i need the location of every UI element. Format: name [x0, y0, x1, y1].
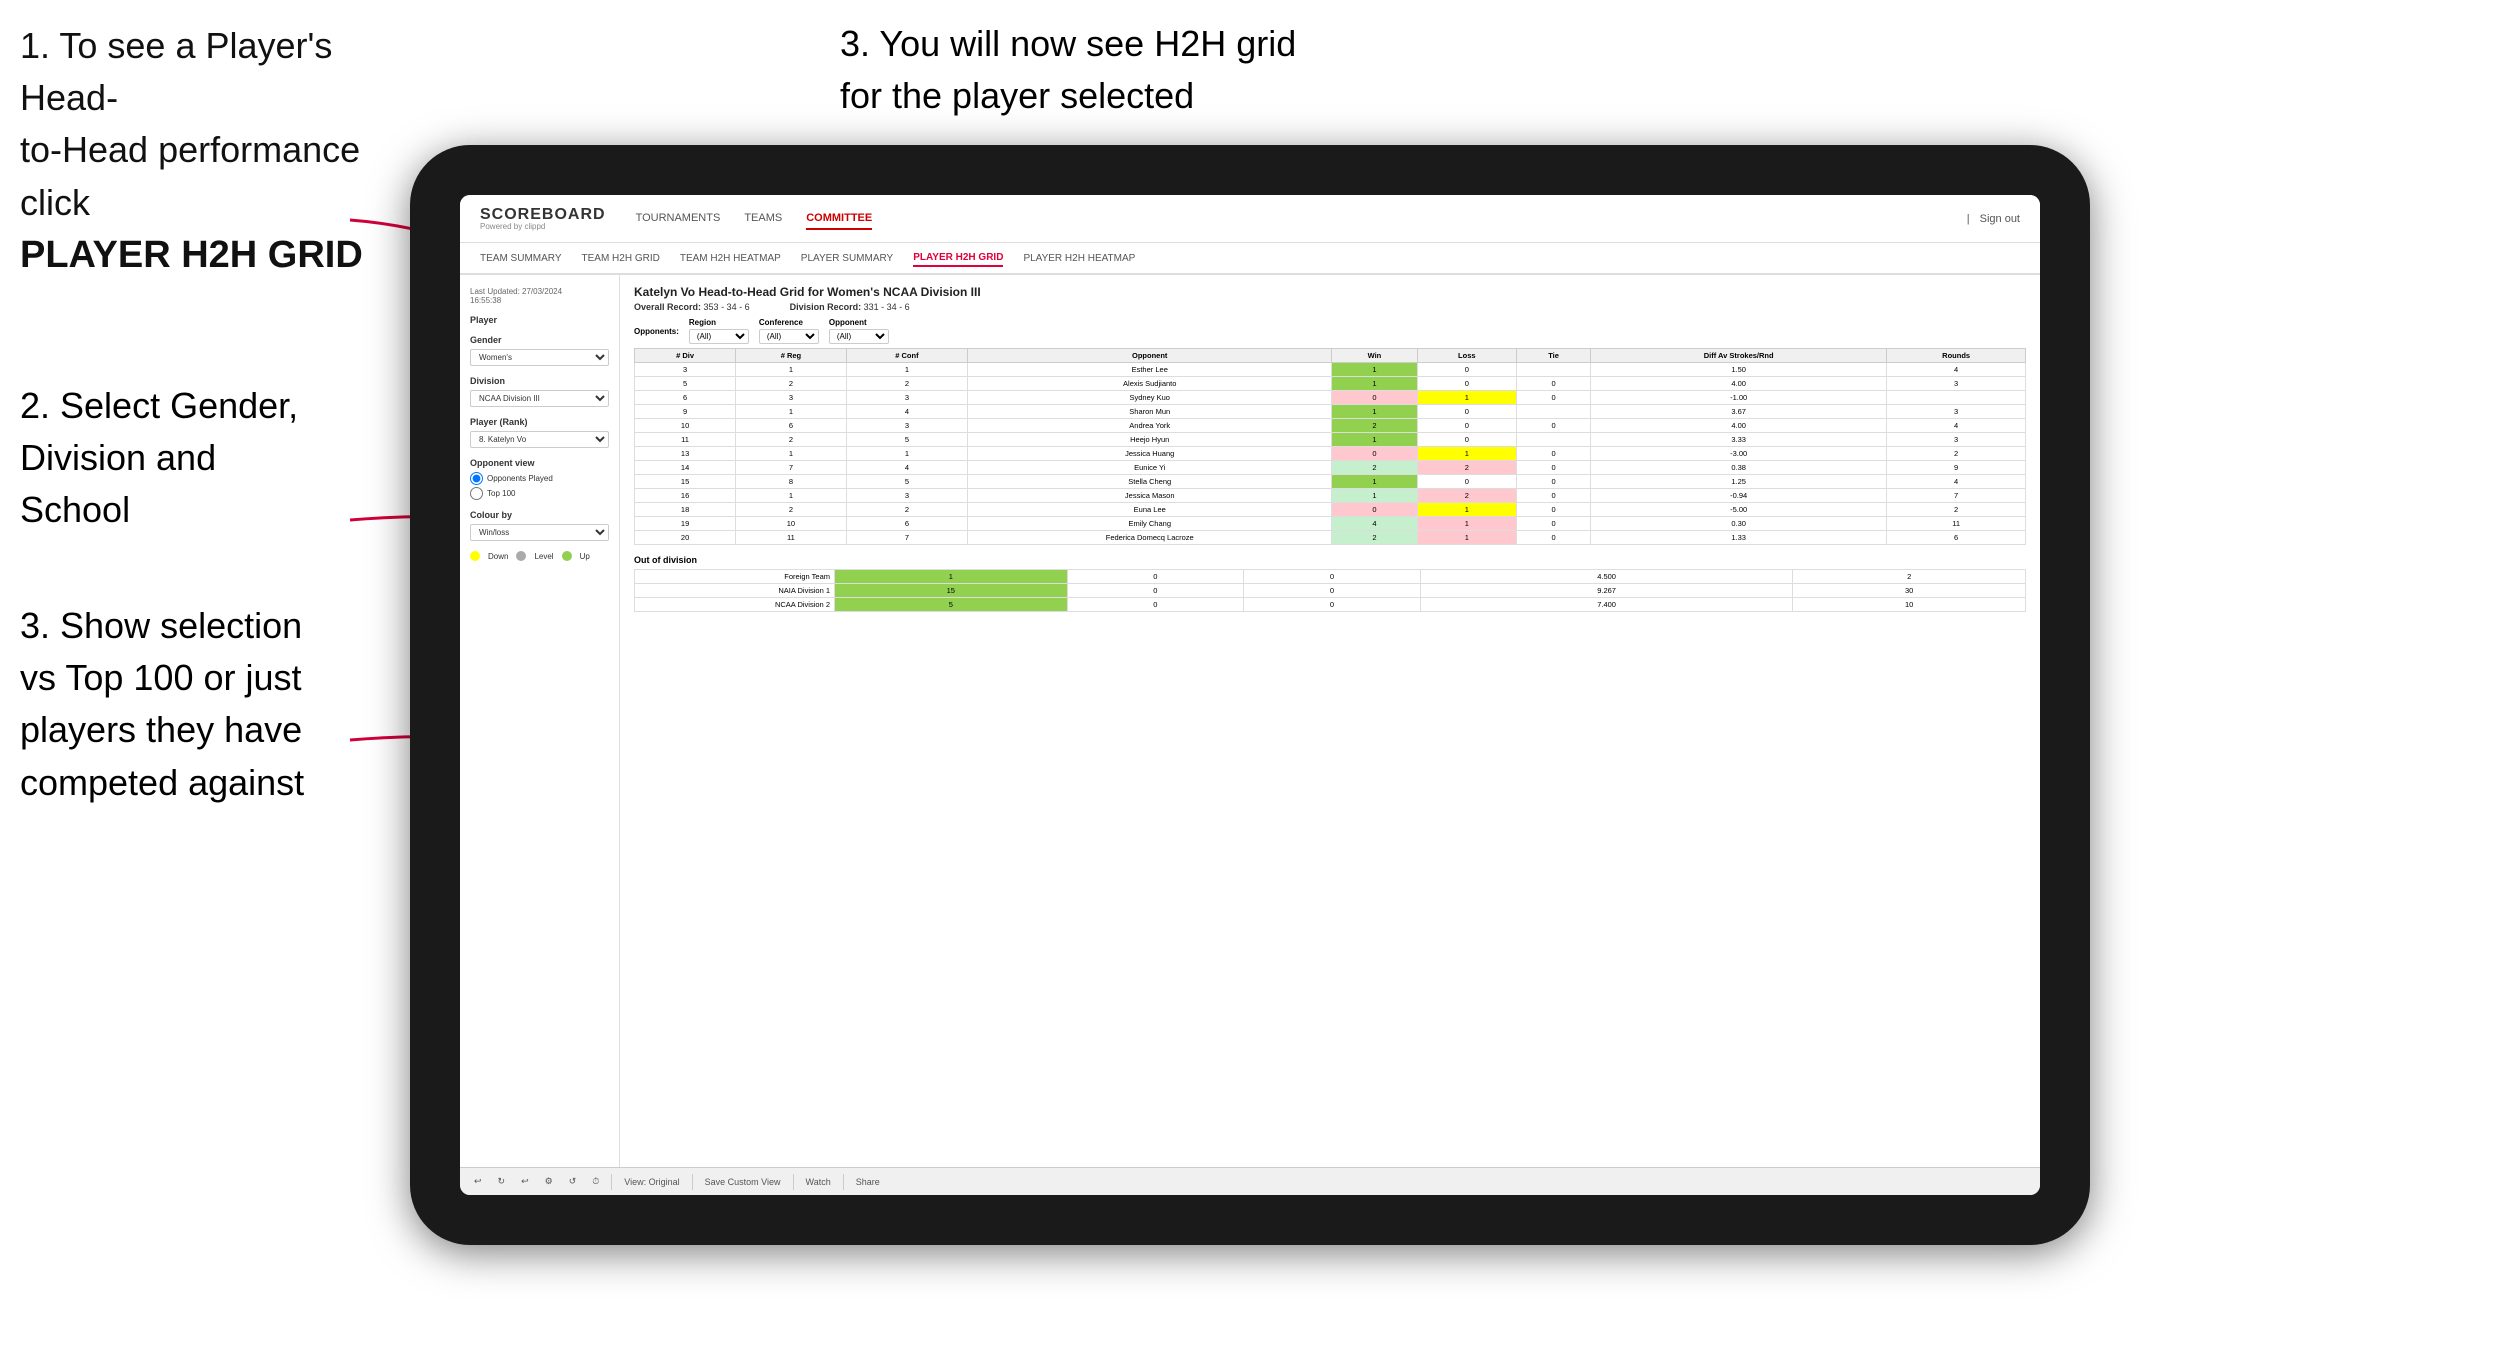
col-tie: Tie — [1517, 349, 1591, 363]
filter-region-group: Region (All) — [689, 318, 749, 344]
colour-by-section: Colour by Win/loss — [470, 510, 609, 541]
radio-opponents-played[interactable]: Opponents Played — [470, 472, 609, 485]
table-row: 522 Alexis Sudjianto 1 0 0 4.00 3 — [635, 377, 2026, 391]
tablet-screen: SCOREBOARD Powered by clippd TOURNAMENTS… — [460, 195, 2040, 1195]
sub-nav-player-h2h-grid[interactable]: PLAYER H2H GRID — [913, 250, 1003, 267]
toolbar-sep3 — [793, 1174, 794, 1190]
nav-right: | Sign out — [1967, 213, 2020, 225]
gender-select[interactable]: Women's — [470, 349, 609, 366]
toolbar: ↩ ↻ ↩ ⚙ ↺ ⏱ View: Original Save Custom V… — [460, 1167, 2040, 1195]
share-button[interactable]: Share — [852, 1175, 884, 1189]
table-row: 20117 Federica Domecq Lacroze 2 1 0 1.33… — [635, 531, 2026, 545]
filter-conference-select[interactable]: (All) — [759, 329, 819, 344]
player-rank-select[interactable]: 8. Katelyn Vo — [470, 431, 609, 448]
watch-button[interactable]: Watch — [802, 1175, 835, 1189]
main-data-table: # Div # Reg # Conf Opponent Win Loss Tie… — [634, 348, 2026, 545]
table-row: 1474 Eunice Yi 2 2 0 0.38 9 — [635, 461, 2026, 475]
table-row: NAIA Division 1 15 0 0 9.267 30 — [635, 584, 2026, 598]
sub-nav-player-summary[interactable]: PLAYER SUMMARY — [801, 251, 893, 266]
instruction-step1: 1. To see a Player's Head- to-Head perfo… — [20, 20, 400, 282]
clock-button[interactable]: ⏱ — [588, 1174, 603, 1189]
nav-items: TOURNAMENTS TEAMS COMMITTEE — [636, 208, 873, 230]
tablet-frame: SCOREBOARD Powered by clippd TOURNAMENTS… — [410, 145, 2090, 1245]
instruction-step3-bottom: 3. Show selection vs Top 100 or just pla… — [20, 600, 390, 809]
back-button[interactable]: ↩ — [517, 1174, 533, 1189]
table-row: Foreign Team 1 0 0 4.500 2 — [635, 570, 2026, 584]
sub-nav-team-h2h-heatmap[interactable]: TEAM H2H HEATMAP — [680, 251, 781, 266]
out-of-division-section: Out of division Foreign Team 1 0 0 4.500… — [634, 555, 2026, 612]
sub-nav-team-h2h-grid[interactable]: TEAM H2H GRID — [582, 251, 660, 266]
logo: SCOREBOARD Powered by clippd — [480, 207, 606, 231]
sub-nav-player-h2h-heatmap[interactable]: PLAYER H2H HEATMAP — [1023, 251, 1135, 266]
table-row: 1613 Jessica Mason 1 2 0 -0.94 7 — [635, 489, 2026, 503]
timestamp: Last Updated: 27/03/2024 16:55:38 — [470, 287, 609, 305]
sub-nav-team-summary[interactable]: TEAM SUMMARY — [480, 251, 562, 266]
nav-bar: SCOREBOARD Powered by clippd TOURNAMENTS… — [460, 195, 2040, 243]
table-row: 1311 Jessica Huang 0 1 0 -3.00 2 — [635, 447, 2026, 461]
filter-conference-group: Conference (All) — [759, 318, 819, 344]
filter-opponents: Opponents: — [634, 327, 679, 336]
overall-record: Overall Record: 353 - 34 - 6 — [634, 302, 750, 312]
table-row: 1585 Stella Cheng 1 0 0 1.25 4 — [635, 475, 2026, 489]
out-of-division-label: Out of division — [634, 555, 2026, 565]
radio-top100[interactable]: Top 100 — [470, 487, 609, 500]
view-original-button[interactable]: View: Original — [620, 1175, 683, 1189]
filter-opponent-group: Opponent (All) — [829, 318, 889, 344]
nav-teams[interactable]: TEAMS — [744, 208, 782, 230]
save-custom-view-button[interactable]: Save Custom View — [701, 1175, 785, 1189]
table-row: 1063 Andrea York 2 0 0 4.00 4 — [635, 419, 2026, 433]
col-div: # Div — [635, 349, 736, 363]
col-win: Win — [1332, 349, 1417, 363]
player-section: Player — [470, 315, 609, 325]
redo-button[interactable]: ↻ — [494, 1174, 510, 1189]
col-rounds: Rounds — [1887, 349, 2026, 363]
table-row: NCAA Division 2 5 0 0 7.400 10 — [635, 598, 2026, 612]
legend-up-dot — [562, 551, 572, 561]
filter-opponent-select[interactable]: (All) — [829, 329, 889, 344]
gender-section: Gender Women's — [470, 335, 609, 366]
filters-row: Opponents: Region (All) Conference (All) — [634, 318, 2026, 344]
grid-panel: Katelyn Vo Head-to-Head Grid for Women's… — [620, 275, 2040, 1167]
division-select[interactable]: NCAA Division III — [470, 390, 609, 407]
forward-button[interactable]: ⚙ — [541, 1174, 557, 1189]
col-conf: # Conf — [846, 349, 967, 363]
filter-region-select[interactable]: (All) — [689, 329, 749, 344]
undo-button[interactable]: ↩ — [470, 1174, 486, 1189]
main-content: Last Updated: 27/03/2024 16:55:38 Player… — [460, 275, 2040, 1167]
table-row: 1822 Euna Lee 0 1 0 -5.00 2 — [635, 503, 2026, 517]
grid-title: Katelyn Vo Head-to-Head Grid for Women's… — [634, 285, 2026, 299]
grid-records: Overall Record: 353 - 34 - 6 Division Re… — [634, 302, 2026, 312]
col-diff: Diff Av Strokes/Rnd — [1591, 349, 1887, 363]
division-record: Division Record: 331 - 34 - 6 — [790, 302, 910, 312]
colour-by-select[interactable]: Win/loss — [470, 524, 609, 541]
sign-out-link[interactable]: Sign out — [1980, 213, 2020, 225]
toolbar-sep4 — [843, 1174, 844, 1190]
col-loss: Loss — [1417, 349, 1517, 363]
table-row: 311 Esther Lee 1 0 1.50 4 — [635, 363, 2026, 377]
out-of-division-table: Foreign Team 1 0 0 4.500 2 NAIA Division… — [634, 569, 2026, 612]
opponent-view-radios: Opponents Played Top 100 — [470, 472, 609, 500]
sub-nav: TEAM SUMMARY TEAM H2H GRID TEAM H2H HEAT… — [460, 243, 2040, 275]
legend-down-dot — [470, 551, 480, 561]
nav-committee[interactable]: COMMITTEE — [806, 208, 872, 230]
table-row: 1125 Heejo Hyun 1 0 3.33 3 — [635, 433, 2026, 447]
col-opponent: Opponent — [968, 349, 1332, 363]
toolbar-sep1 — [611, 1174, 612, 1190]
legend-level-dot — [516, 551, 526, 561]
table-row: 633 Sydney Kuo 0 1 0 -1.00 — [635, 391, 2026, 405]
instruction-step2: 2. Select Gender, Division and School — [20, 380, 370, 537]
division-section: Division NCAA Division III — [470, 376, 609, 407]
instruction-step3-top: 3. You will now see H2H grid for the pla… — [840, 18, 1360, 122]
table-row: 914 Sharon Mun 1 0 3.67 3 — [635, 405, 2026, 419]
nav-tournaments[interactable]: TOURNAMENTS — [636, 208, 721, 230]
left-panel: Last Updated: 27/03/2024 16:55:38 Player… — [460, 275, 620, 1167]
toolbar-sep2 — [692, 1174, 693, 1190]
col-reg: # Reg — [736, 349, 847, 363]
opponent-view-section: Opponent view Opponents Played Top 100 — [470, 458, 609, 500]
legend: Down Level Up — [470, 551, 609, 561]
refresh-button[interactable]: ↺ — [565, 1174, 581, 1189]
table-row: 19106 Emily Chang 4 1 0 0.30 11 — [635, 517, 2026, 531]
player-rank-section: Player (Rank) 8. Katelyn Vo — [470, 417, 609, 448]
